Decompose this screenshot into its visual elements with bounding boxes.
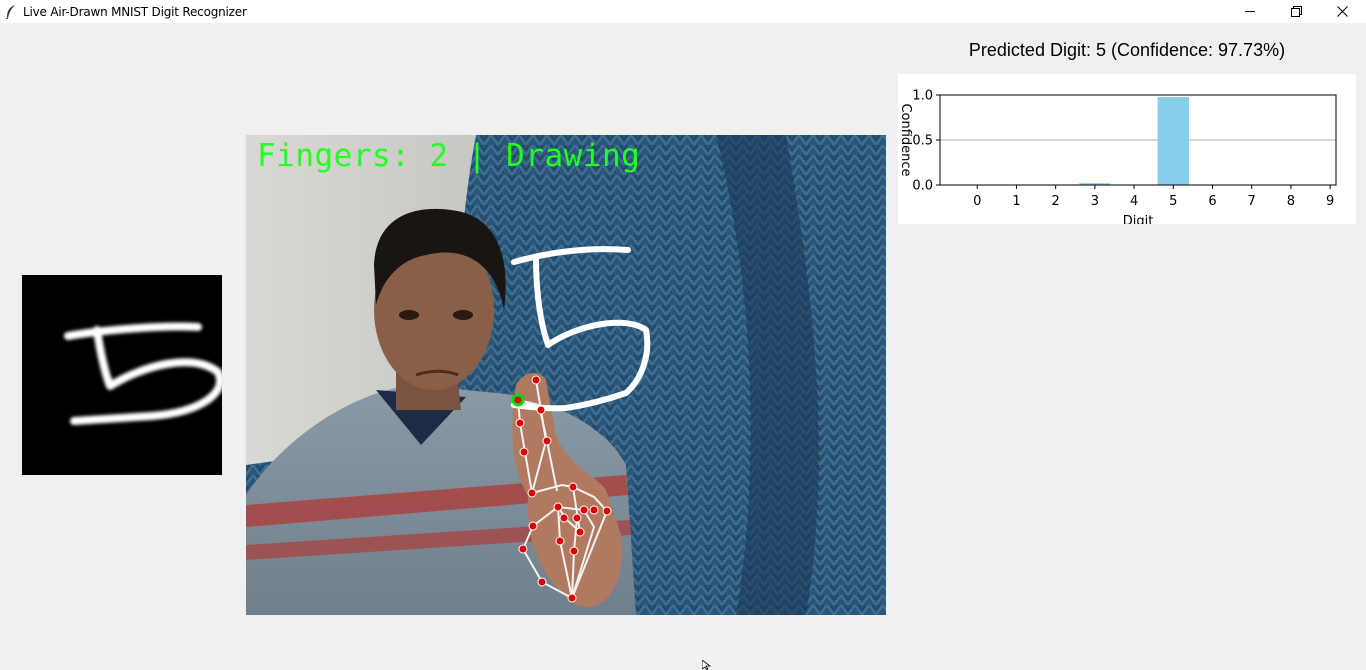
close-button[interactable] (1319, 0, 1365, 23)
minimize-icon (1244, 11, 1255, 12)
chart-ylabel: Confidence (898, 103, 913, 176)
digit-stroke-image (64, 322, 222, 425)
chart-xtick-label: 7 (1248, 194, 1256, 209)
close-icon (1336, 6, 1348, 17)
chart-xtick-label: 2 (1052, 194, 1060, 209)
minimize-button[interactable] (1227, 0, 1273, 23)
prediction-label: Predicted Digit: 5 (Confidence: 97.73%) (968, 40, 1286, 60)
chart-ytick-label: 0.5 (912, 134, 933, 149)
window-titlebar: Live Air-Drawn MNIST Digit Recognizer (0, 0, 1366, 23)
finger-status-overlay: Fingers: 2 | Drawing (257, 138, 641, 174)
chart-ytick-label: 0.0 (912, 179, 933, 194)
mouse-cursor-icon (702, 660, 712, 670)
webcam-scene (246, 135, 886, 615)
chart-xtick-label: 6 (1208, 194, 1216, 209)
chart-xtick-label: 8 (1287, 194, 1295, 209)
restore-icon (1290, 6, 1302, 17)
chart-xlabel: Digit (1123, 214, 1154, 224)
confidence-chart: 0.0 0.5 1.0 0 1 2 3 4 5 6 7 8 9 Digit Confidence (898, 74, 1356, 224)
chart-xtick-label: 0 (973, 194, 981, 209)
confidence-chart-svg: 0.0 0.5 1.0 0 1 2 3 4 5 6 7 8 9 Digit Confidence (898, 89, 1337, 224)
chart-ytick-label: 1.0 (912, 89, 933, 104)
processed-digit-preview (22, 275, 222, 475)
chart-xtick-label: 9 (1326, 194, 1334, 209)
chart-bar-5 (1157, 97, 1189, 185)
window-title: Live Air-Drawn MNIST Digit Recognizer (23, 5, 247, 19)
feather-icon (5, 5, 15, 19)
chart-xtick-label: 1 (1012, 194, 1020, 209)
webcam-feed: Fingers: 2 | Drawing (246, 135, 886, 615)
chart-xtick-label: 3 (1091, 194, 1099, 209)
chart-xtick-label: 5 (1169, 194, 1177, 209)
restore-button[interactable] (1273, 0, 1319, 23)
chart-xtick-label: 4 (1130, 194, 1138, 209)
